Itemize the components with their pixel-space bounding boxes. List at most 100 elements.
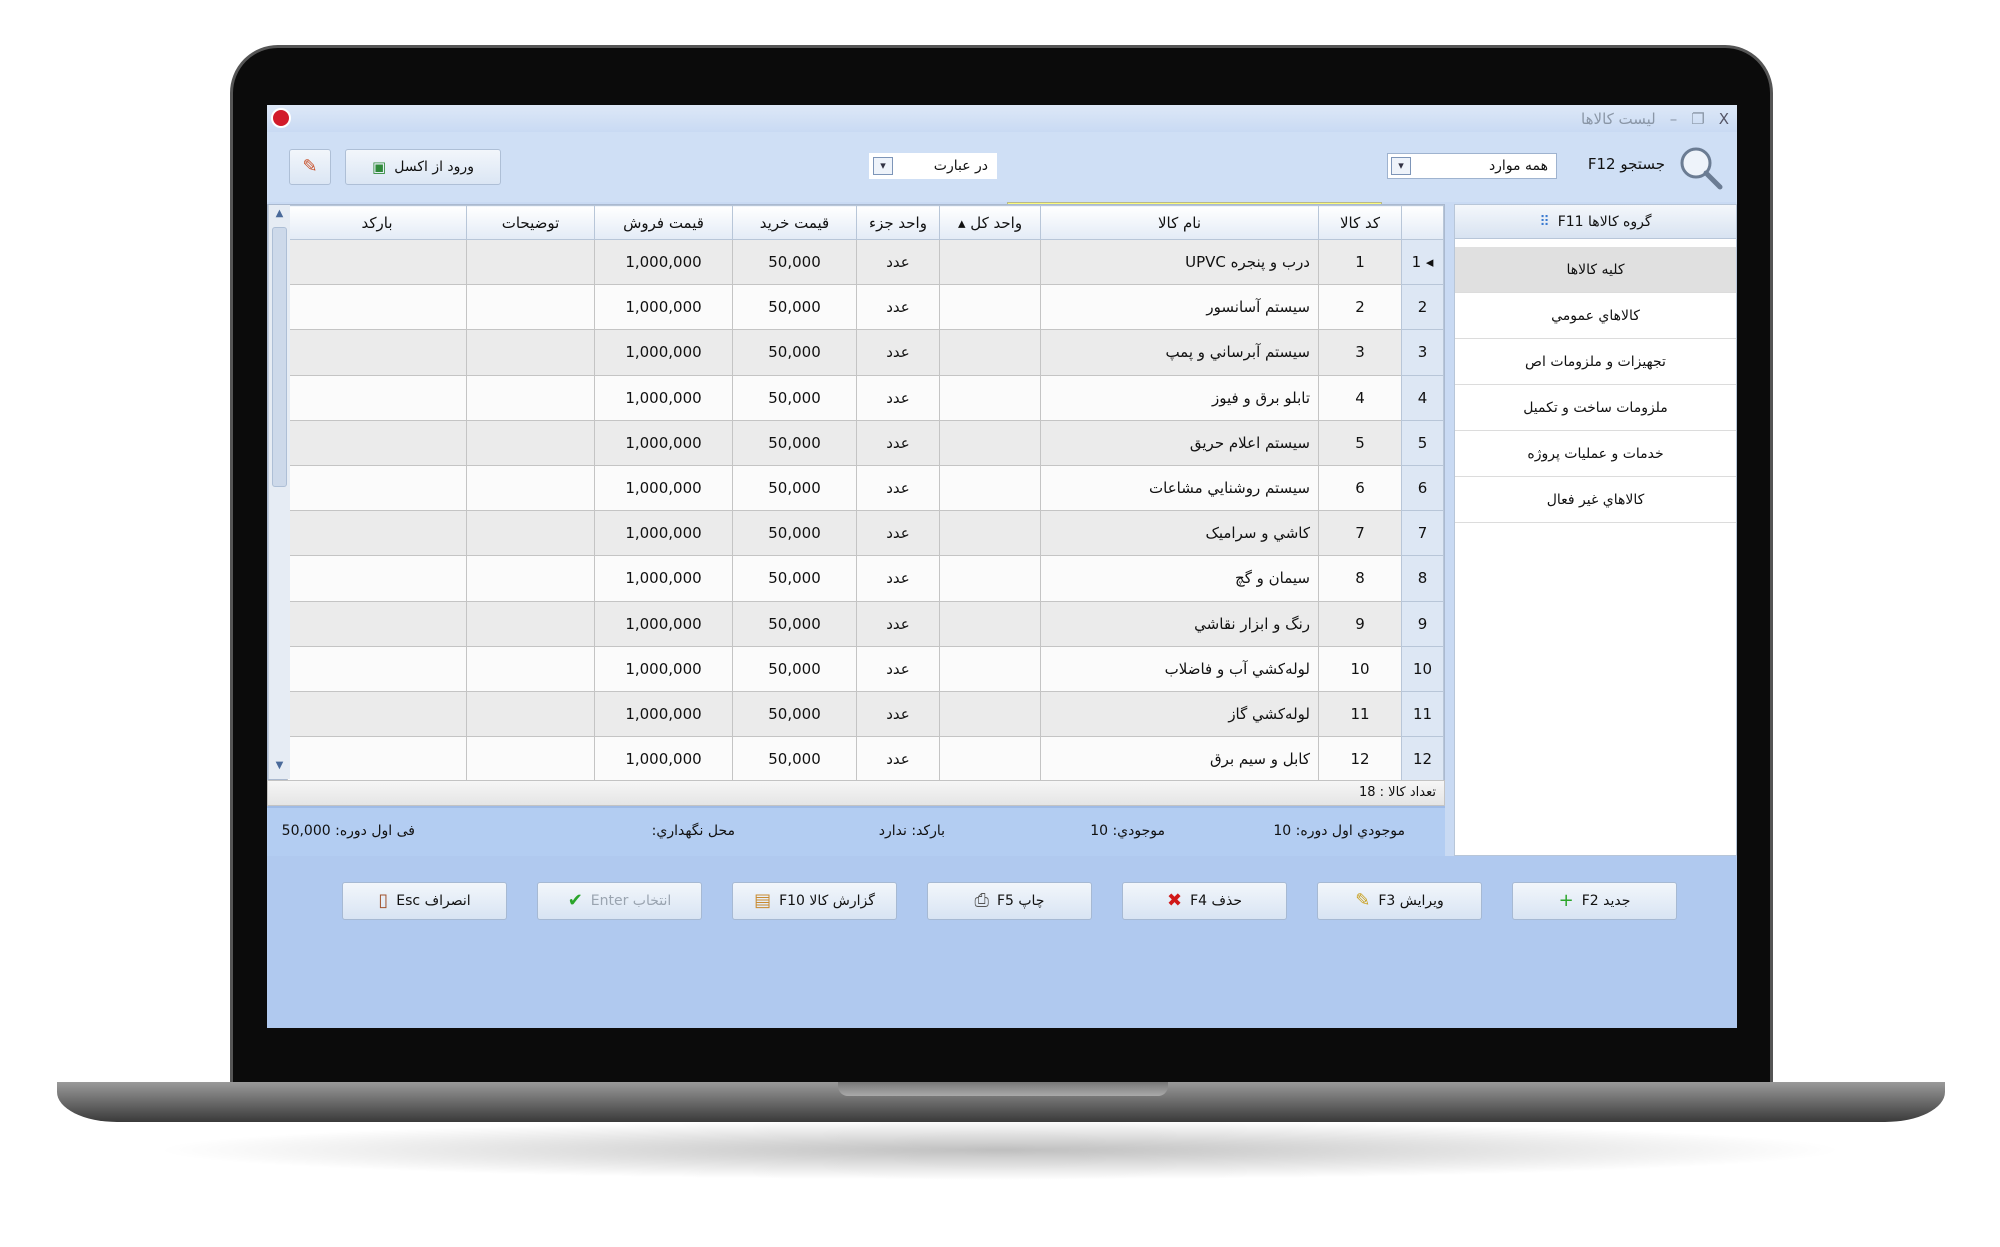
select-button[interactable]: انتخاب Enter ✔ [537,882,702,920]
table-cell[interactable]: 4 [1318,374,1402,421]
table-row[interactable]: 3 3 سیستم آبرساني و پمپ عدد 50,000 1,000,000 [287,329,1444,376]
group-item[interactable]: تجهیزات و ملزومات اص [1455,339,1736,385]
table-cell[interactable]: درب و پنجره UPVC [1040,238,1319,286]
group-item[interactable]: ملزومات ساخت و تکمیل [1455,385,1736,431]
table-cell[interactable]: 50,000 [732,464,857,512]
group-item[interactable]: کالاهاي عمومي [1455,293,1736,339]
table-cell[interactable]: 50,000 [732,329,857,376]
table-cell[interactable]: سیمان و گچ [1040,555,1319,602]
table-cell[interactable]: 10 [1318,645,1402,692]
table-row[interactable]: ◂ 1 1 درب و پنجره UPVC عدد 50,000 1,000,000 [287,238,1444,286]
table-cell[interactable] [287,736,467,783]
delete-button[interactable]: حذف F4 ✖ [1122,882,1287,920]
table-row[interactable]: 6 6 سیستم روشنايي مشاعات عدد 50,000 1,000,000 [287,464,1444,512]
table-cell[interactable]: 50,000 [732,690,857,738]
column-header[interactable]: قیمت خرید [732,205,857,240]
table-cell[interactable]: 50,000 [732,736,857,783]
table-row[interactable]: 11 11 لوله‌کشي گاز عدد 50,000 1,000,000 [287,690,1444,738]
print-button[interactable]: چاپ F5 ⎙ [927,882,1092,920]
table-cell[interactable]: عدد [856,284,940,331]
table-cell[interactable] [287,645,467,692]
column-header[interactable]: واحد جزء [856,205,940,240]
search-icon[interactable] [1677,144,1723,190]
table-cell[interactable] [466,464,595,512]
table-row[interactable]: 8 8 سیمان و گچ عدد 50,000 1,000,000 [287,555,1444,602]
vertical-scrollbar[interactable]: ▲ ▼ [268,205,290,779]
table-cell[interactable]: لوله‌کشي آب و فاضلاب [1040,645,1319,692]
table-cell[interactable] [939,329,1041,376]
table-cell[interactable]: 11 [1318,690,1402,738]
table-cell[interactable] [287,284,467,331]
table-row[interactable]: 9 9 رنگ و ابزار نقاشي عدد 50,000 1,000,000 [287,600,1444,647]
table-cell[interactable] [466,600,595,647]
table-cell[interactable]: 1,000,000 [594,736,733,783]
table-cell[interactable] [466,510,595,557]
scroll-up-icon[interactable]: ▲ [272,208,287,224]
import-excel-button[interactable]: ورود از اکسل ▣ [345,149,501,185]
table-cell[interactable] [287,555,467,602]
table-cell[interactable]: 6 [1318,464,1402,512]
group-item[interactable]: کلیه کالاها [1455,247,1736,293]
table-cell[interactable]: عدد [856,329,940,376]
table-cell[interactable]: 1,000,000 [594,374,733,421]
table-row[interactable]: 12 12 کابل و سیم برق عدد 50,000 1,000,000 [287,736,1444,783]
table-cell[interactable] [466,374,595,421]
chevron-down-icon[interactable]: ▾ [873,157,893,175]
table-cell[interactable] [466,555,595,602]
report-button[interactable]: گزارش کالا F10 ▤ [732,882,897,920]
minimize-button[interactable]: – [1670,110,1678,128]
edit-button[interactable]: ویرایش F3 ✎ [1317,882,1482,920]
table-cell[interactable]: 1,000,000 [594,510,733,557]
table-cell[interactable] [287,419,467,466]
column-header[interactable]: واحد کل ▴ [939,205,1041,240]
table-cell[interactable] [466,645,595,692]
table-cell[interactable]: عدد [856,374,940,421]
table-cell[interactable]: کاشي و سرامیک [1040,510,1319,557]
table-cell[interactable]: 1,000,000 [594,600,733,647]
table-cell[interactable] [939,736,1041,783]
match-mode-select[interactable]: در عبارت ▾ [869,153,997,179]
table-cell[interactable]: عدد [856,600,940,647]
column-header[interactable]: کد کالا [1318,205,1402,240]
scroll-down-icon[interactable]: ▼ [272,760,287,776]
group-item[interactable]: خدمات و عملیات پروژه [1455,431,1736,477]
table-cell[interactable] [287,329,467,376]
group-item[interactable]: کالاهاي غیر فعال [1455,477,1736,523]
table-cell[interactable] [466,419,595,466]
table-cell[interactable]: عدد [856,555,940,602]
table-cell[interactable]: عدد [856,419,940,466]
new-button[interactable]: جدید F2 + [1512,882,1677,920]
table-cell[interactable]: عدد [856,238,940,286]
table-row[interactable]: 10 10 لوله‌کشي آب و فاضلاب عدد 50,000 1,000,0… [287,645,1444,692]
table-cell[interactable]: 50,000 [732,510,857,557]
column-header[interactable]: بارکد [287,205,467,240]
table-cell[interactable] [939,374,1041,421]
column-header[interactable]: نام کالا [1040,205,1319,240]
table-cell[interactable] [939,645,1041,692]
table-cell[interactable]: 9 [1318,600,1402,647]
table-cell[interactable] [939,238,1041,286]
table-cell[interactable] [287,510,467,557]
table-cell[interactable]: تابلو برق و فیوز [1040,374,1319,421]
table-cell[interactable] [939,690,1041,738]
table-cell[interactable] [939,600,1041,647]
table-cell[interactable]: 3 [1318,329,1402,376]
table-cell[interactable]: لوله‌کشي گاز [1040,690,1319,738]
table-cell[interactable] [287,374,467,421]
table-cell[interactable]: 1,000,000 [594,464,733,512]
table-cell[interactable]: 1,000,000 [594,238,733,286]
table-cell[interactable] [939,419,1041,466]
table-cell[interactable]: 1,000,000 [594,419,733,466]
table-cell[interactable]: 7 [1318,510,1402,557]
table-cell[interactable]: 50,000 [732,238,857,286]
table-cell[interactable] [939,284,1041,331]
table-cell[interactable]: عدد [856,736,940,783]
maximize-button[interactable]: ❐ [1691,110,1704,128]
table-cell[interactable]: 2 [1318,284,1402,331]
table-cell[interactable]: عدد [856,690,940,738]
table-row[interactable]: 4 4 تابلو برق و فیوز عدد 50,000 1,000,000 [287,374,1444,421]
table-cell[interactable]: 5 [1318,419,1402,466]
table-cell[interactable] [287,600,467,647]
column-header[interactable]: قیمت فروش [594,205,733,240]
table-cell[interactable] [466,238,595,286]
